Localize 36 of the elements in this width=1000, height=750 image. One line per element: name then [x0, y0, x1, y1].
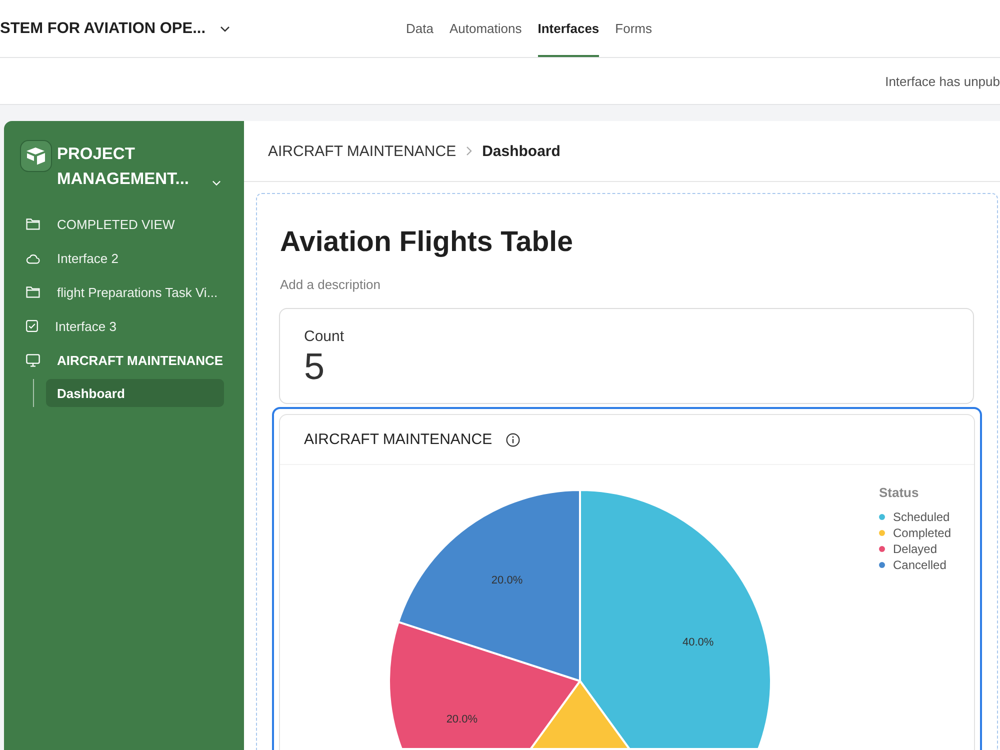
nav-tab[interactable]: Data: [406, 0, 434, 57]
sidebar-item[interactable]: AIRCRAFT MAINTENANCE: [4, 343, 228, 377]
sidebar-item[interactable]: Interface 2: [4, 241, 228, 275]
workspace-title[interactable]: PROJECT MANAGEMENT...: [57, 142, 205, 192]
cloud-icon: [26, 252, 40, 264]
legend-label[interactable]: Cancelled: [893, 558, 946, 572]
sidebar-subitem[interactable]: Dashboard: [46, 379, 224, 407]
slice-percent-label: 40.0%: [682, 636, 714, 649]
legend-label[interactable]: Scheduled: [893, 510, 950, 524]
chart-title: AIRCRAFT MAINTENANCE: [304, 431, 492, 448]
sidebar-item[interactable]: Interface 3: [4, 309, 228, 343]
checkbox-icon: [26, 320, 38, 332]
base-title[interactable]: STEM FOR AVIATION OPE...: [0, 20, 206, 38]
info-icon[interactable]: [506, 432, 520, 446]
chevron-down-icon[interactable]: [220, 26, 230, 32]
slice-percent-label: 20.0%: [491, 574, 523, 586]
description-field[interactable]: Add a description: [280, 277, 480, 292]
legend-title: Status: [879, 484, 920, 502]
page-title: Aviation Flights Table: [280, 225, 574, 259]
nav-tab[interactable]: Forms: [615, 0, 652, 57]
legend-label[interactable]: Completed: [893, 526, 952, 540]
count-value: 5: [304, 347, 326, 387]
breadcrumb-item[interactable]: AIRCRAFT MAINTENANCE: [268, 142, 456, 160]
cube-logo-icon: [20, 140, 52, 172]
folder-icon: [26, 286, 40, 298]
breadcrumb-item: Dashboard: [482, 142, 560, 160]
slice-percent-label: 20.0%: [446, 713, 478, 726]
legend-label[interactable]: Delayed: [893, 542, 938, 556]
sidebar-item[interactable]: flight Preparations Task Vi...: [4, 275, 228, 309]
sidebar-item[interactable]: COMPLETED VIEW: [4, 207, 228, 241]
unpublished-notice: Interface has unpub: [885, 74, 1000, 88]
chevron-right-icon: [466, 146, 472, 156]
folder-icon: [26, 218, 40, 230]
nav-tab[interactable]: Automations: [449, 0, 522, 57]
count-label: Count: [304, 327, 346, 347]
monitor-icon: [26, 354, 40, 366]
